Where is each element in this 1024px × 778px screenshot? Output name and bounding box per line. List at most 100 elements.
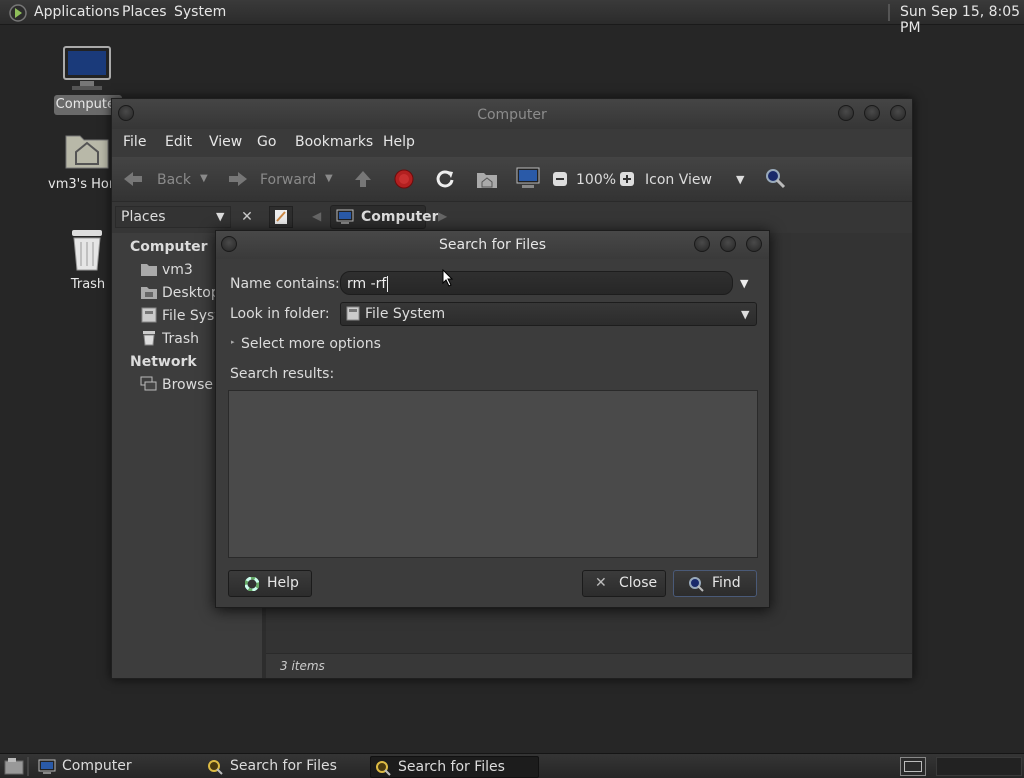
find-icon [688,576,704,592]
home-icon[interactable] [476,169,498,189]
dialog-title: Search for Files [439,237,546,253]
taskbar-label: Search for Files [398,759,505,775]
edit-location-icon[interactable] [269,206,293,228]
forward-arrow-icon[interactable] [227,170,249,188]
menu-bookmarks[interactable]: Bookmarks [295,134,373,150]
location-bar [112,201,912,233]
menu-go[interactable]: Go [257,134,276,150]
taskbar-label: Computer [62,758,132,774]
stop-icon[interactable] [394,169,414,189]
up-arrow-icon[interactable] [353,169,373,189]
name-input[interactable]: rm -rf [340,271,733,295]
back-arrow-icon[interactable] [122,170,144,188]
path-label: Computer [361,209,439,225]
find-label: Find [712,575,741,591]
taskbar-computer[interactable]: Computer [34,756,200,778]
mouse-pointer-icon [442,269,454,287]
titlebar[interactable]: Computer [112,99,912,129]
search-icon [375,760,391,776]
more-options-expander[interactable]: Select more options [241,336,381,352]
computer-icon[interactable] [516,167,540,189]
dialog-close-button[interactable] [746,236,762,252]
desktop-computer-icon[interactable] [62,45,114,93]
bottom-panel: Computer Search for Files Search for Fil… [0,753,1024,778]
view-selector[interactable]: Icon View [645,172,712,188]
name-input-value: rm -rf [347,276,387,292]
path-left-arrow-icon[interactable]: ◀ [312,209,321,223]
desktop-home-label[interactable]: vm3's Home [48,177,114,192]
clock[interactable]: Sun Sep 15, 8:05 PM [900,4,1024,36]
help-label: Help [267,575,299,591]
workspace-2[interactable] [936,757,1022,776]
applications-menu[interactable]: Applications [34,4,120,20]
filesystem-icon [140,307,158,323]
panel-separator [27,757,29,776]
dialog-minimize-button[interactable] [694,236,710,252]
help-button[interactable]: Help [228,570,312,597]
zoom-level[interactable]: 100% [576,172,616,188]
sidebar-heading-network: Network [130,354,197,370]
status-bar: 3 items [266,653,912,678]
places-menu[interactable]: Places [122,4,167,20]
taskbar-search-2[interactable]: Search for Files [370,756,539,778]
zoom-in-icon[interactable] [619,171,635,187]
close-side-pane-icon[interactable]: ✕ [236,206,258,228]
folder-dropdown-icon[interactable]: ▼ [741,308,749,321]
menu-edit[interactable]: Edit [165,134,192,150]
close-label: Close [619,575,658,591]
find-button[interactable]: Find [673,570,757,597]
forward-button[interactable]: Forward [260,172,316,188]
computer-icon [336,209,354,225]
forward-dropdown-icon[interactable]: ▼ [325,173,333,184]
window-title: Computer [477,107,547,123]
results-label: Search results: [230,366,335,382]
trash-small-icon [140,330,158,346]
path-right-arrow-icon[interactable]: ▶ [438,209,447,223]
search-icon[interactable] [764,167,786,189]
home-folder-icon[interactable] [64,128,110,170]
system-menu[interactable]: System [174,4,226,20]
desktop-folder-icon [140,284,158,300]
show-desktop-icon[interactable] [4,757,24,775]
computer-icon [38,759,56,775]
dialog-maximize-button[interactable] [720,236,736,252]
network-icon [140,376,158,392]
panel-separator [888,4,890,21]
reload-icon[interactable] [435,169,455,189]
taskbar-search-1[interactable]: Search for Files [203,756,368,778]
side-pane-selector[interactable]: Places ▼ [115,206,231,228]
minimize-button[interactable] [838,105,854,121]
back-dropdown-icon[interactable]: ▼ [200,173,208,184]
workspace-switcher[interactable] [900,757,926,776]
close-window-button[interactable] [890,105,906,121]
status-text: 3 items [280,659,325,673]
back-button[interactable]: Back [157,172,191,188]
path-button-computer[interactable]: Computer [330,205,439,229]
filesystem-icon [345,306,361,322]
maximize-button[interactable] [864,105,880,121]
menu-file[interactable]: File [123,134,146,150]
results-list[interactable] [228,390,758,558]
view-dropdown-icon[interactable]: ▼ [736,173,744,186]
zoom-out-icon[interactable] [552,171,568,187]
text-cursor [387,276,388,292]
desktop-trash-label[interactable]: Trash [66,277,110,292]
search-icon [207,759,223,775]
expander-icon[interactable]: ▸ [231,338,235,346]
side-pane-dropdown-icon[interactable]: ▼ [216,210,224,223]
name-dropdown-icon[interactable]: ▼ [740,277,748,290]
menu-help[interactable]: Help [383,134,415,150]
workspace-1[interactable] [904,761,922,772]
gnome-foot-icon[interactable] [8,3,28,23]
close-icon: ✕ [595,575,607,591]
close-button[interactable]: ✕ Close [582,570,666,597]
folder-combo[interactable]: File System ▼ [340,302,757,326]
taskbar-label: Search for Files [230,758,337,774]
top-panel: Applications Places System Sun Sep 15, 8… [0,0,1024,36]
side-pane-title: Places [121,209,166,225]
trash-icon[interactable] [66,226,108,274]
menu-view[interactable]: View [209,134,242,150]
folder-label: Look in folder: [230,306,330,322]
dialog-titlebar[interactable]: Search for Files [216,231,769,259]
name-label: Name contains: [230,276,340,292]
